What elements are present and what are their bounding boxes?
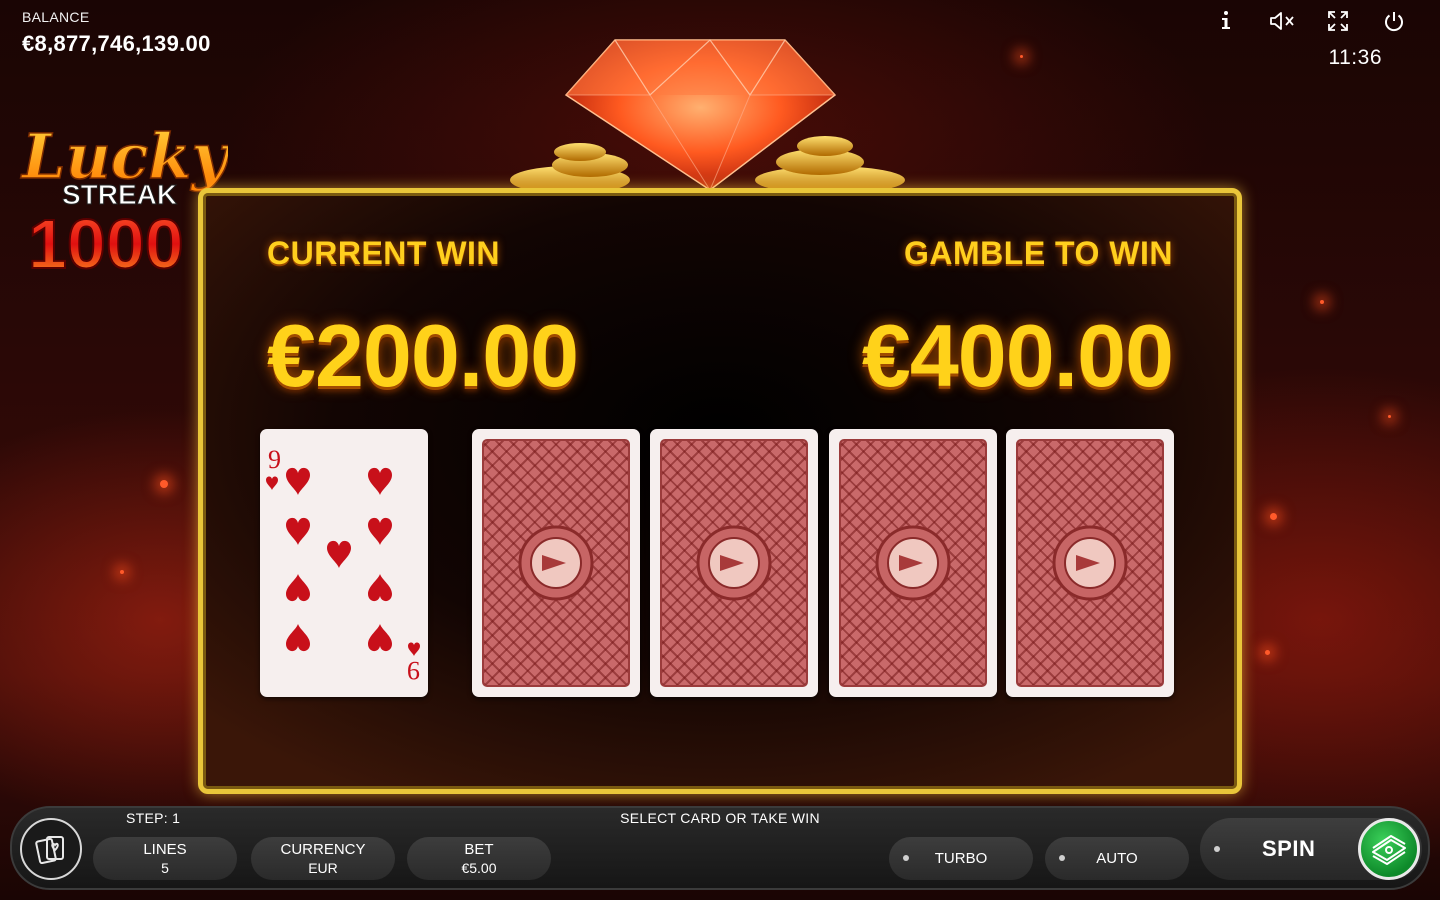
spin-indicator xyxy=(1214,846,1220,852)
ember-particle xyxy=(120,570,124,574)
hearts-pips xyxy=(266,467,420,656)
lines-button[interactable]: LINES 5 xyxy=(93,837,237,880)
coin-pile-left xyxy=(510,143,630,192)
turbo-label: TURBO xyxy=(934,850,988,867)
card-choice-2[interactable] xyxy=(650,429,818,697)
ember-particle xyxy=(1388,415,1391,418)
ember-particle xyxy=(160,480,168,488)
power-icon[interactable] xyxy=(1366,8,1422,34)
money-stack-icon xyxy=(1372,835,1406,865)
fullscreen-icon[interactable] xyxy=(1310,8,1366,34)
ember-particle xyxy=(1265,650,1270,655)
gamble-to-win-amount: €400.00 xyxy=(861,306,1174,405)
ember-particle xyxy=(1270,513,1277,520)
spin-label: SPIN xyxy=(1262,836,1316,861)
info-icon[interactable] xyxy=(1198,8,1254,34)
auto-toggle[interactable]: AUTO xyxy=(1045,837,1189,880)
spin-button[interactable]: SPIN xyxy=(1200,818,1422,880)
auto-indicator xyxy=(1059,855,1065,861)
currency-label: CURRENCY xyxy=(280,841,366,858)
currency-value: EUR xyxy=(308,860,338,876)
card-back-emblem xyxy=(875,525,951,601)
card-back-emblem xyxy=(696,525,772,601)
lines-label: LINES xyxy=(143,841,187,858)
dealer-card: 9 9 xyxy=(260,429,428,697)
ember-particle xyxy=(1320,300,1324,304)
top-toolbar xyxy=(1198,8,1422,34)
turbo-toggle[interactable]: TURBO xyxy=(889,837,1033,880)
card-back-pattern xyxy=(660,439,808,687)
gem-and-coins-decoration xyxy=(510,39,905,192)
current-win-label: CURRENT WIN xyxy=(267,235,501,271)
clock: 11:36 xyxy=(1328,46,1382,69)
card-choice-1[interactable] xyxy=(472,429,640,697)
card-back-emblem xyxy=(518,525,594,601)
card-choice-4[interactable] xyxy=(1006,429,1174,697)
paytable-button[interactable] xyxy=(20,818,82,880)
card-back-pattern xyxy=(1016,439,1164,687)
balance-display: BALANCE €8,877,746,139.00 xyxy=(22,9,211,57)
gamble-to-win-label: GAMBLE TO WIN xyxy=(904,235,1173,271)
gamble-panel: CURRENT WIN GAMBLE TO WIN €200.00 €400.0… xyxy=(198,188,1242,794)
card-back-emblem xyxy=(1052,525,1128,601)
current-win-amount: €200.00 xyxy=(267,306,579,405)
currency-button[interactable]: CURRENCY EUR xyxy=(251,837,395,880)
lines-value: 5 xyxy=(161,860,169,876)
ember-particle xyxy=(1020,55,1023,58)
card-back-pattern xyxy=(482,439,630,687)
coin-pile-right xyxy=(755,136,905,192)
auto-label: AUTO xyxy=(1096,850,1138,867)
card-choice-3[interactable] xyxy=(829,429,997,697)
cards-icon xyxy=(35,836,64,865)
bet-value: €5.00 xyxy=(461,860,497,876)
take-win-button[interactable] xyxy=(1358,818,1420,880)
game-logo: Lucky STREAK 1000 xyxy=(19,119,228,278)
balance-value: €8,877,746,139.00 xyxy=(22,31,211,56)
logo-number: 1000 xyxy=(28,205,184,278)
card-back-pattern xyxy=(839,439,987,687)
turbo-indicator xyxy=(903,855,909,861)
bet-label: BET xyxy=(464,841,494,858)
sound-muted-icon[interactable] xyxy=(1254,8,1310,34)
bet-button[interactable]: BET €5.00 xyxy=(407,837,551,880)
balance-label: BALANCE xyxy=(22,9,90,25)
